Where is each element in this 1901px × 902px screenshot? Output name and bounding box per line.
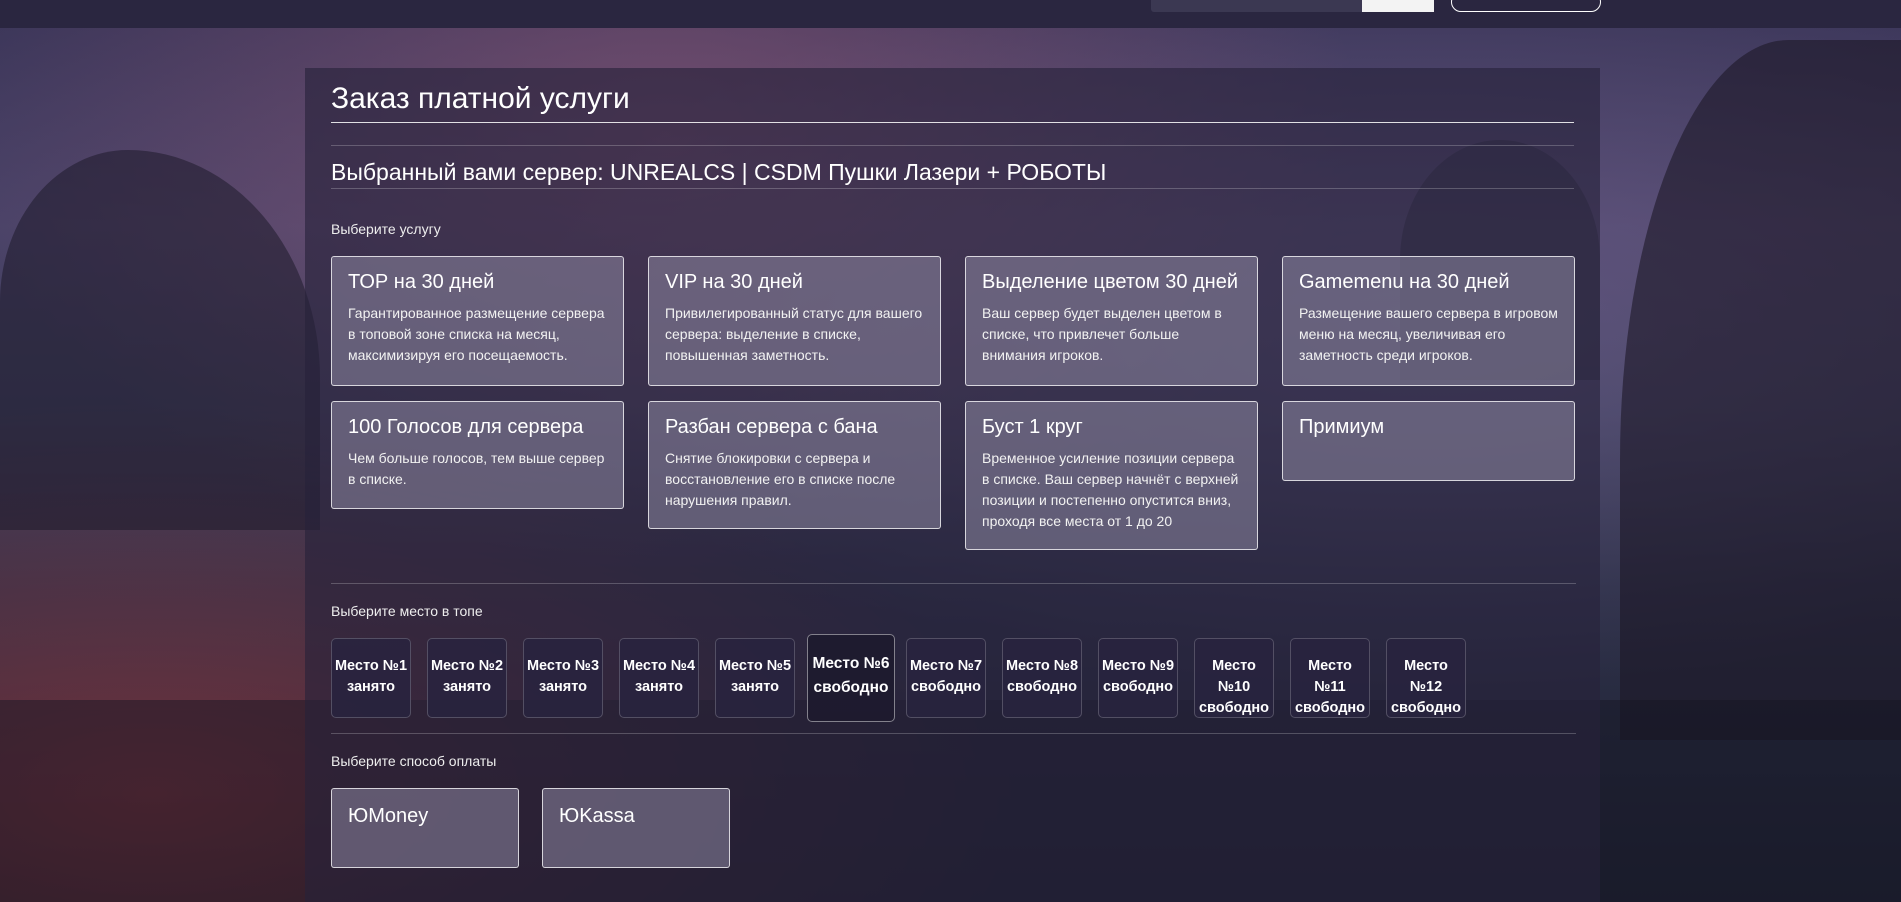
service-title: VIP на 30 дней [665,271,803,293]
service-desc: Привилегированный статус для вашего серв… [665,305,923,363]
service-card-gamemenu[interactable]: Gamemenu на 30 дней Размещение вашего се… [1282,256,1575,386]
search-input[interactable] [1151,0,1362,12]
place-label: Место №11 [1308,658,1352,695]
service-title: Примиум [1299,416,1385,438]
place-status: свободно [1390,700,1462,716]
choose-service-label: Выберите услугу [331,221,441,237]
service-card-top[interactable]: ТОР на 30 дней Гарантированное размещени… [331,256,624,386]
place-status: свободно [910,679,982,695]
service-desc: Снятие блокировки с сервера и восстановл… [665,450,896,508]
place-12[interactable]: Место №12 свободно [1386,638,1466,718]
place-label: Место №5 [718,658,792,674]
service-title: Буст 1 круг [982,416,1083,438]
place-2[interactable]: Место №2 занято [427,638,507,718]
selected-server: Выбранный вами сервер: UNREALCS | CSDM П… [331,145,1574,189]
place-label: Место №8 [1005,658,1079,674]
service-desc: Размещение вашего сервера в игровом меню… [1299,305,1558,363]
top-navbar [0,0,1901,28]
place-status: занято [730,679,780,695]
payment-label: ЮMoney [348,805,429,827]
place-status: свободно [1198,700,1270,716]
place-9[interactable]: Место №9 свободно [1098,638,1178,718]
account-button[interactable] [1451,0,1601,12]
service-title: Выделение цветом 30 дней [982,271,1239,293]
place-status: занято [634,679,684,695]
place-list: Место №1 занято Место №2 занято Место №3 за… [331,634,1576,722]
place-label: Место №9 [1101,658,1175,674]
order-panel: Заказ платной услуги Выбранный вами серв… [305,68,1600,902]
service-card-vip[interactable]: VIP на 30 дней Привилегированный статус … [648,256,941,386]
service-card-votes[interactable]: 100 Голосов для сервера Чем больше голос… [331,401,624,509]
service-title: 100 Голосов для сервера [348,416,584,438]
service-desc: Ваш сервер будет выделен цветом в списке… [982,305,1222,363]
divider [331,583,1576,584]
place-label: Место №10 [1212,658,1256,695]
place-label: Место №4 [622,658,696,674]
service-title: Gamemenu на 30 дней [1299,271,1510,293]
place-status: занято [538,679,588,695]
place-status: свободно [1102,679,1174,695]
place-11[interactable]: Место №11 свободно [1290,638,1370,718]
service-card-color[interactable]: Выделение цветом 30 дней Ваш сервер буде… [965,256,1258,386]
place-status: свободно [1006,679,1078,695]
search-button[interactable] [1362,0,1434,12]
service-desc: Чем больше голосов, тем выше сервер в сп… [348,450,605,487]
page-title: Заказ платной услуги [331,82,1574,123]
service-card-premium[interactable]: Примиум [1282,401,1575,481]
service-title: ТОР на 30 дней [348,271,495,293]
place-8[interactable]: Место №8 свободно [1002,638,1082,718]
place-1[interactable]: Место №1 занято [331,638,411,718]
payment-yukassa[interactable]: ЮKassa [542,788,730,868]
place-3[interactable]: Место №3 занято [523,638,603,718]
place-label: Место №1 [334,658,408,674]
payment-label: ЮKassa [559,805,635,827]
choose-payment-label: Выберите способ оплаты [331,753,497,769]
divider [331,733,1576,734]
place-label: Место №6 [812,655,890,672]
service-card-boost[interactable]: Буст 1 круг Временное усиление позиции с… [965,401,1258,550]
choose-place-label: Выберите место в топе [331,603,483,619]
place-6[interactable]: Место №6 свободно [807,634,895,722]
place-status: занято [442,679,492,695]
service-desc: Временное усиление позиции сервера в спи… [982,450,1239,529]
place-4[interactable]: Место №4 занято [619,638,699,718]
payment-yumoney[interactable]: ЮMoney [331,788,519,868]
place-5[interactable]: Место №5 занято [715,638,795,718]
service-card-unban[interactable]: Разбан сервера с бана Снятие блокировки … [648,401,941,529]
service-desc: Гарантированное размещение сервера в топ… [348,305,605,363]
place-status: свободно [1294,700,1366,716]
place-label: Место №2 [430,658,504,674]
place-10[interactable]: Место №10 свободно [1194,638,1274,718]
service-list: ТОР на 30 дней Гарантированное размещени… [331,256,1576,556]
service-title: Разбан сервера с бана [665,416,878,438]
place-7[interactable]: Место №7 свободно [906,638,986,718]
place-label: Место №7 [909,658,983,674]
place-status: занято [346,679,396,695]
place-label: Место №3 [526,658,600,674]
place-status: свободно [813,679,889,696]
place-label: Место №12 [1404,658,1448,695]
